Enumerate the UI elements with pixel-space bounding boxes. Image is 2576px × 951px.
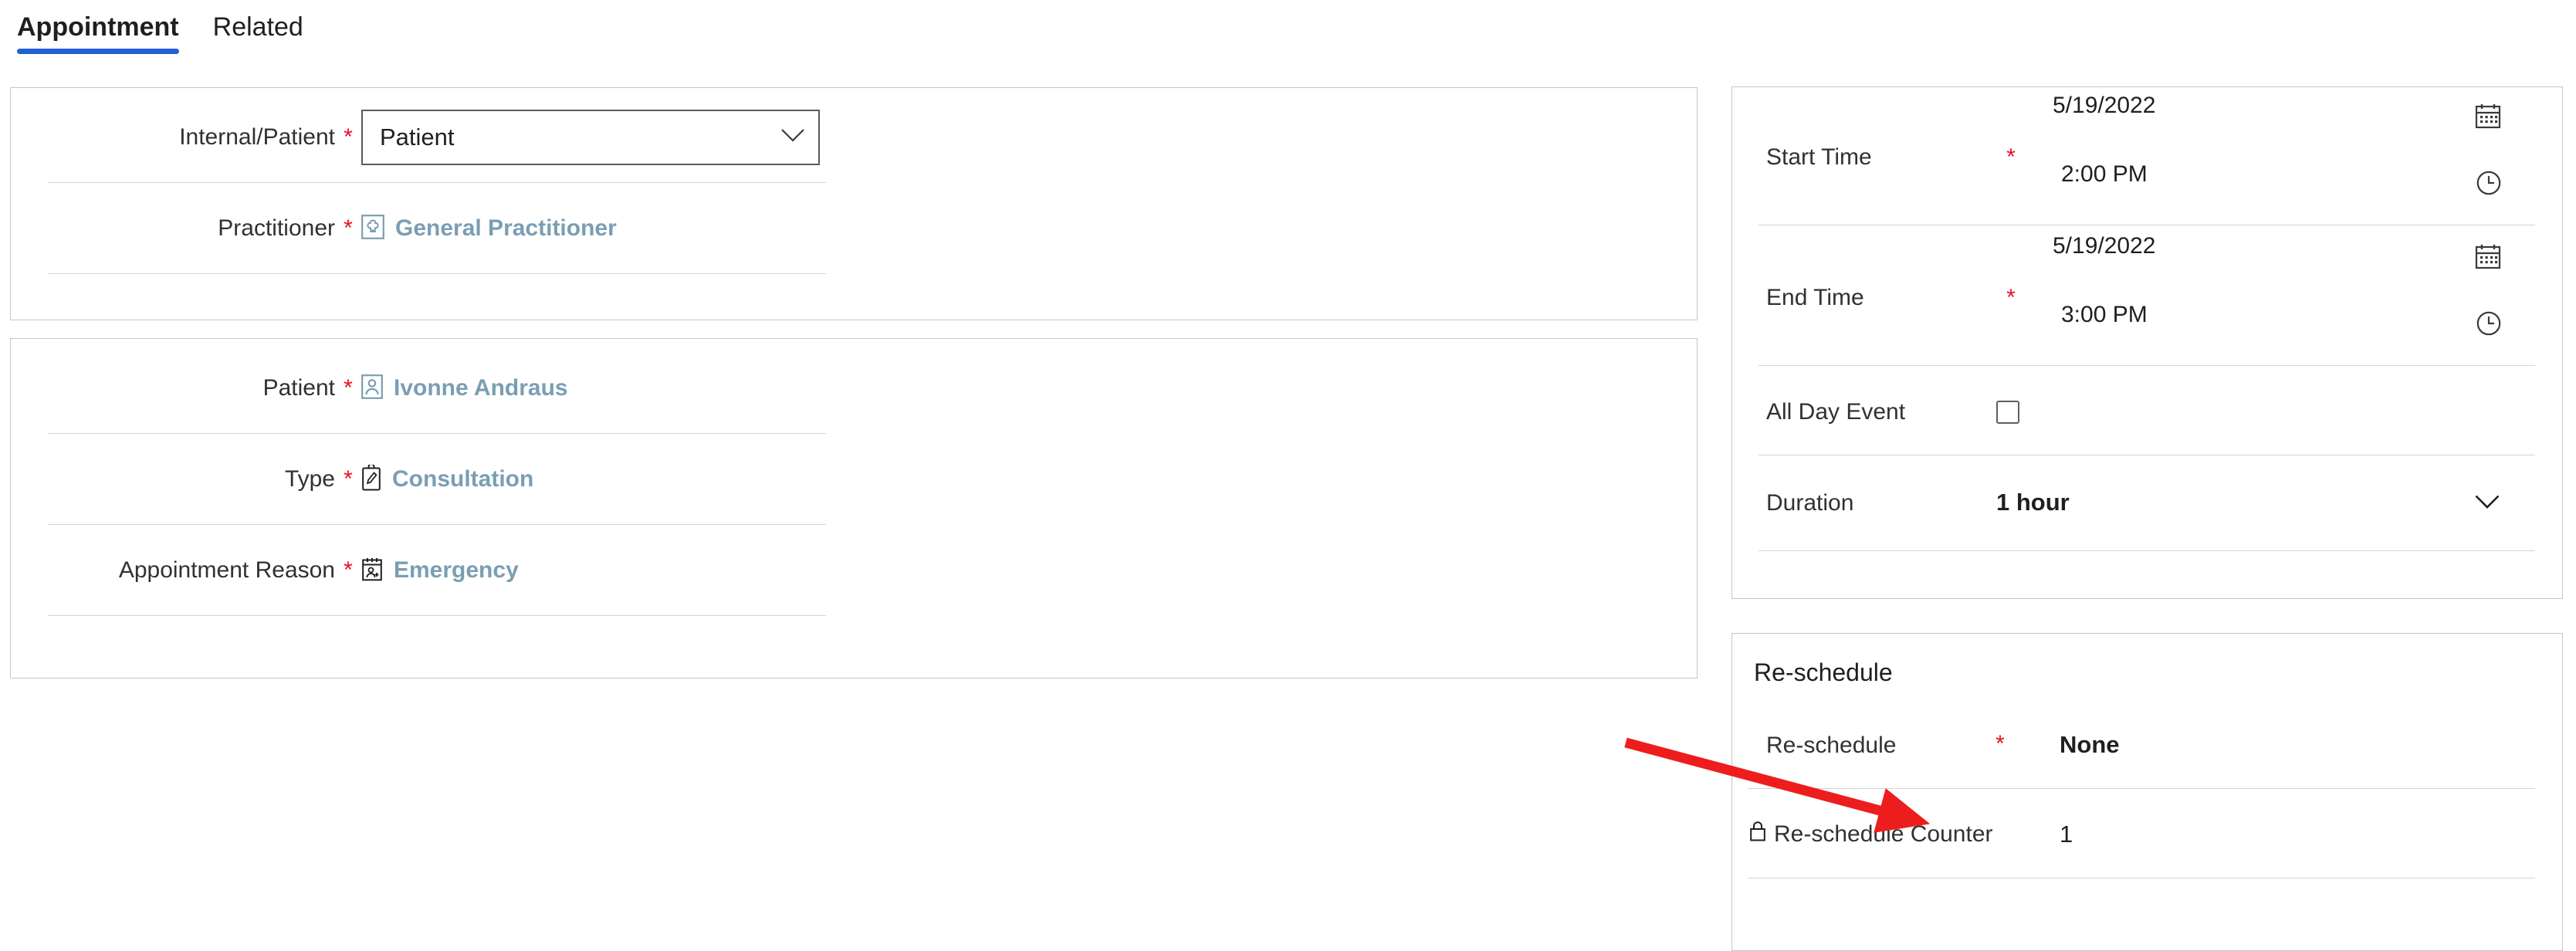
patient-value: Ivonne Andraus: [394, 375, 568, 401]
internal-patient-label: Internal/Patient: [179, 124, 335, 150]
internal-patient-value: Patient: [380, 124, 455, 151]
row-divider: [48, 273, 826, 274]
type-lookup[interactable]: Consultation: [361, 462, 534, 495]
calendar-icon[interactable]: [2475, 103, 2501, 133]
field-row-reschedule-counter: Re-schedule Counter 1: [1732, 791, 2562, 878]
internal-patient-select[interactable]: Patient: [361, 110, 820, 165]
patient-required: *: [344, 375, 353, 401]
start-time-required: *: [2006, 144, 2016, 170]
type-required: *: [344, 466, 353, 492]
practitioner-value: General Practitioner: [395, 215, 617, 241]
end-date-value[interactable]: 5/19/2022: [2053, 233, 2155, 259]
all-day-event-label: All Day Event: [1766, 399, 1906, 425]
field-row-all-day-event: All Day Event: [1732, 368, 2562, 455]
contact-card-icon: [361, 374, 383, 403]
row-divider: [48, 615, 826, 616]
end-time-value[interactable]: 3:00 PM: [2061, 302, 2148, 328]
row-divider: [1759, 550, 2535, 551]
practitioner-label: Practitioner: [218, 215, 335, 241]
practitioner-required: *: [344, 215, 353, 241]
patient-lookup[interactable]: Ivonne Andraus: [361, 374, 568, 403]
field-row-duration: Duration 1 hour: [1732, 458, 2562, 550]
tab-appointment-label: Appointment: [17, 12, 179, 42]
clipboard-pen-icon: [361, 462, 381, 495]
start-date-value[interactable]: 5/19/2022: [2053, 93, 2155, 119]
reschedule-section-title: Re-schedule: [1754, 658, 1893, 686]
practitioner-icon: [361, 214, 384, 243]
reschedule-value[interactable]: None: [2060, 731, 2120, 759]
appointment-reason-value: Emergency: [394, 557, 519, 583]
clock-icon[interactable]: [2476, 170, 2502, 200]
row-divider: [48, 182, 826, 183]
patient-label: Patient: [262, 375, 335, 401]
field-row-patient: Patient * Ivonne Andraus: [11, 345, 1697, 432]
reschedule-counter-value: 1: [2060, 821, 2073, 848]
type-label: Type: [284, 466, 335, 492]
reschedule-label: Re-schedule: [1766, 733, 1897, 758]
internal-patient-card: Internal/Patient * Patient Practitioner …: [10, 87, 1698, 320]
internal-patient-required: *: [344, 124, 353, 150]
reschedule-counter-label-group: Re-schedule Counter: [1749, 821, 1993, 848]
row-divider: [1748, 788, 2535, 789]
chevron-down-icon[interactable]: [2475, 495, 2500, 514]
field-row-practitioner: Practitioner * General Practitioner: [11, 185, 1697, 272]
practitioner-lookup[interactable]: General Practitioner: [361, 214, 617, 243]
patient-details-card: Patient * Ivonne Andraus Type * Consulta…: [10, 338, 1698, 679]
type-value: Consultation: [392, 466, 534, 492]
clock-icon[interactable]: [2476, 310, 2502, 340]
reschedule-required: *: [1995, 731, 2005, 756]
row-divider: [1759, 365, 2535, 366]
field-row-start-time: Start Time * 5/19/2022 2:00 PM: [1732, 87, 2562, 225]
tab-appointment[interactable]: Appointment: [0, 0, 196, 54]
calendar-icon[interactable]: [2475, 243, 2501, 273]
field-row-internal-patient: Internal/Patient * Patient: [11, 94, 1697, 181]
tab-related-label: Related: [212, 12, 303, 42]
reschedule-counter-label: Re-schedule Counter: [1774, 821, 1993, 847]
field-row-type: Type * Consultation: [11, 436, 1697, 523]
appointment-reason-label: Appointment Reason: [118, 557, 335, 583]
field-row-appointment-reason: Appointment Reason * Emergency: [11, 527, 1697, 614]
appointment-reason-required: *: [344, 557, 353, 583]
start-time-label: Start Time: [1766, 144, 1872, 170]
start-time-value[interactable]: 2:00 PM: [2061, 161, 2148, 188]
end-time-label: End Time: [1766, 285, 1864, 310]
field-row-end-time: End Time * 5/19/2022 3:00 PM: [1732, 228, 2562, 365]
end-time-required: *: [2006, 285, 2016, 310]
row-divider: [48, 524, 826, 525]
all-day-event-checkbox[interactable]: [1996, 401, 2019, 424]
field-row-reschedule: Re-schedule * None: [1732, 702, 2562, 788]
chevron-down-icon: [781, 128, 804, 147]
calendar-person-icon: [361, 557, 383, 585]
row-divider: [48, 433, 826, 434]
lock-icon: [1749, 821, 1766, 848]
duration-value[interactable]: 1 hour: [1996, 489, 2070, 516]
duration-label: Duration: [1766, 490, 1854, 516]
schedule-card: Start Time * 5/19/2022 2:00 PM End Time …: [1731, 86, 2563, 599]
reschedule-card: Re-schedule Re-schedule * None Re-schedu…: [1731, 633, 2563, 951]
tab-bar: Appointment Related: [0, 0, 2576, 63]
appointment-reason-lookup[interactable]: Emergency: [361, 557, 519, 585]
tab-active-indicator: [17, 49, 179, 54]
tab-related[interactable]: Related: [196, 0, 320, 45]
